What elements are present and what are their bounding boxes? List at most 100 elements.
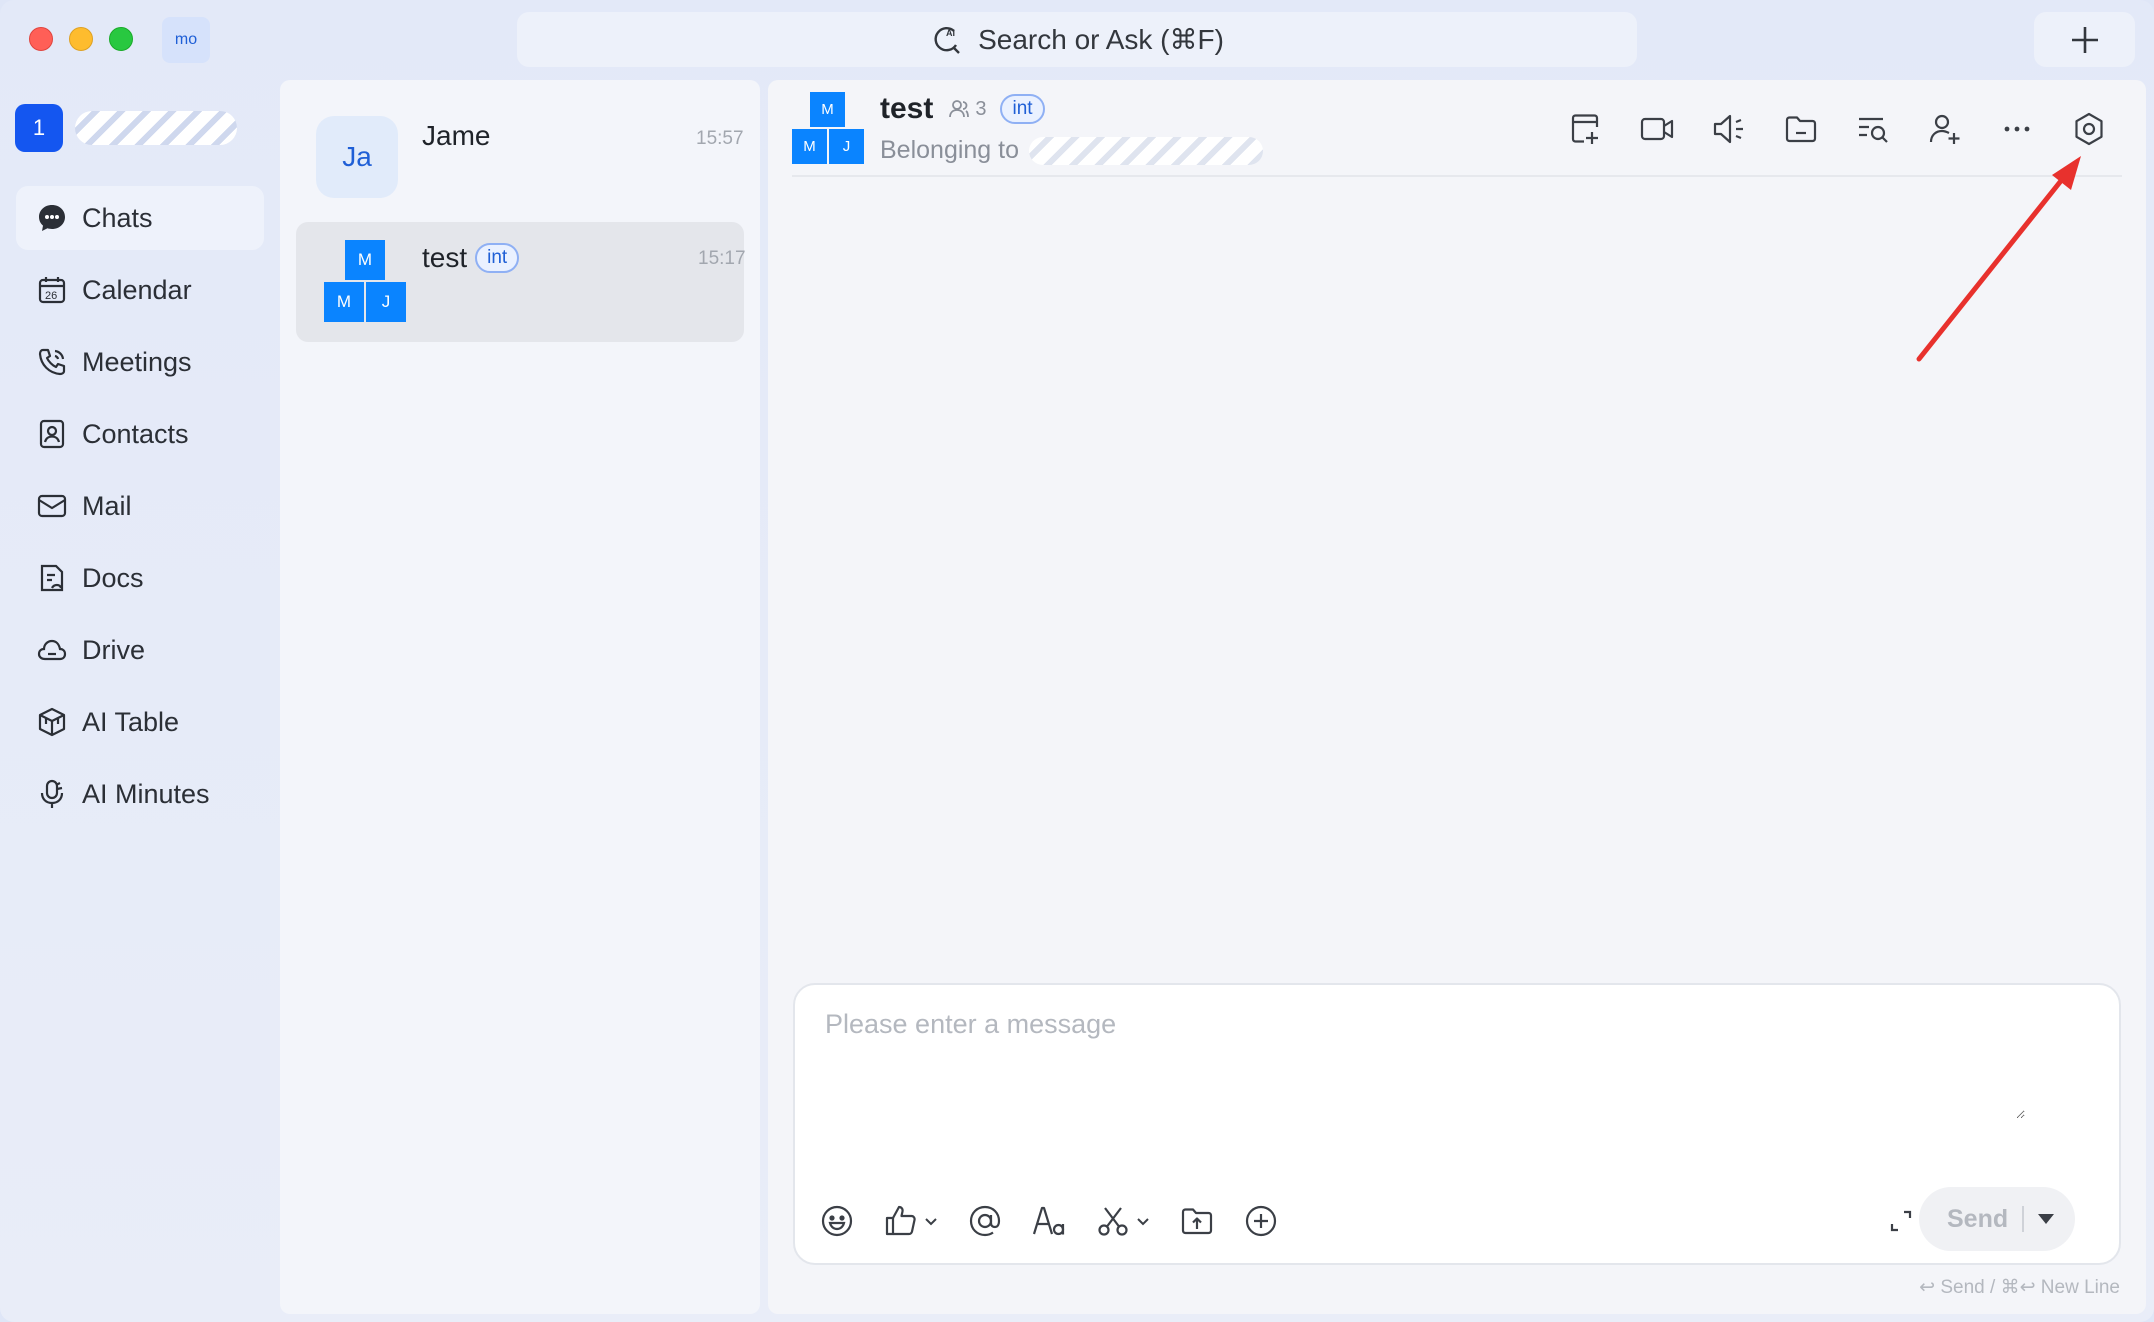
ai-search-icon: AI [934,26,960,54]
scissors-icon [1098,1207,1128,1236]
more-button[interactable] [1998,110,2036,148]
conversation-title[interactable]: test [880,92,933,126]
screenshot-button[interactable] [1095,1199,1151,1243]
add-member-button[interactable] [1926,110,1964,148]
chevron-down-icon [925,1218,937,1226]
video-call-button[interactable] [1638,110,1676,148]
plus-circle-icon [1245,1205,1277,1237]
contact-card-icon [39,419,65,449]
send-label: Send [1947,1204,2009,1233]
sidebar-item-chats[interactable]: Chats [16,186,264,250]
minimize-window-button[interactable] [69,27,93,51]
members-icon [949,100,970,118]
header-divider [792,175,2122,177]
reaction-button[interactable] [883,1199,939,1243]
expand-composer-button[interactable] [1879,1199,1923,1243]
mail-icon [37,494,67,518]
text-format-button[interactable] [1031,1199,1067,1243]
sidebar-item-label: AI Minutes [82,778,210,809]
avatar-tile: M [345,240,385,280]
close-window-button[interactable] [29,27,53,51]
files-button[interactable] [1782,110,1820,148]
chat-list-item-jame[interactable]: Ja Jame 15:57 [296,102,744,222]
settings-button[interactable] [2070,110,2108,148]
sidebar-item-label: Contacts [82,418,189,449]
calendar-icon: 26 [38,277,66,304]
cloud-icon [37,639,67,661]
conversation-header: M M J test 3 int Belonging to [768,80,2146,176]
belonging-row: Belonging to [880,136,1264,165]
group-avatar: M M J [324,240,406,322]
expand-icon [1890,1210,1912,1232]
member-count[interactable]: 3 [947,97,986,121]
sidebar-item-ai-minutes[interactable]: AI Minutes [16,762,264,826]
announcement-button[interactable] [1710,110,1748,148]
search-bar[interactable]: AI Search or Ask (⌘F) [517,12,1637,67]
chat-list-item-test[interactable]: M M J test int 15:17 [296,222,746,342]
create-new-button[interactable] [2034,12,2135,67]
conversation-toolbar [1566,110,2108,148]
sidebar-item-label: Docs [82,562,144,593]
composer-toolbar [819,1199,1279,1243]
upload-file-button[interactable] [1179,1199,1215,1243]
sidebar-item-drive[interactable]: Drive [16,618,264,682]
sidebar-item-docs[interactable]: Docs [16,546,264,610]
group-avatar[interactable]: M M J [792,92,864,164]
mention-button[interactable] [967,1199,1003,1243]
more-actions-button[interactable] [1243,1199,1279,1243]
send-button[interactable]: Send [1919,1187,2075,1251]
announcement-icon [1713,114,1743,144]
docs-icon [40,564,64,592]
sidebar-item-ai-table[interactable]: AI Table [16,690,264,754]
upload-folder-icon [1181,1208,1213,1235]
svg-text:26: 26 [45,290,57,302]
sidebar-item-label: Mail [82,490,132,521]
emoji-button[interactable] [819,1199,855,1243]
phone-icon [38,348,66,376]
organization-switcher[interactable]: 1 [15,104,237,152]
search-placeholder: Search or Ask (⌘F) [978,24,1224,55]
internal-tag: int [1000,94,1045,124]
plus-icon [2071,26,2098,53]
add-tab-icon [1571,114,1599,144]
belonging-org-redacted [1029,136,1264,165]
search-history-button[interactable] [1854,110,1892,148]
sidebar-item-label: Drive [82,634,146,665]
avatar-tile: M [324,282,364,322]
message-composer: Send [793,983,2121,1265]
org-name-redacted [75,111,237,145]
chat-list-panel: Ja Jame 15:57 M M J test int 15:17 [280,80,760,1314]
sidebar-item-label: AI Table [82,706,180,737]
chat-title-row: test int [422,242,520,274]
settings-icon [2075,112,2103,146]
chat-name: Jame [422,120,491,151]
message-input[interactable] [825,1009,2025,1119]
text-format-icon [1032,1206,1065,1236]
belonging-label: Belonging to [880,136,1020,164]
internal-tag: int [475,243,520,273]
sidebar-item-calendar[interactable]: 26 Calendar [16,258,264,322]
send-options-caret-icon[interactable] [2038,1214,2055,1224]
video-icon [1640,117,1674,141]
thumbs-up-icon [885,1205,916,1236]
member-count-value: 3 [975,97,987,120]
org-badge: 1 [15,104,63,152]
sidebar-item-meetings[interactable]: Meetings [16,330,264,394]
at-sign-icon [969,1205,1001,1237]
add-tab-button[interactable] [1566,110,1604,148]
conversation-panel: M M J test 3 int Belonging to Please ent… [768,80,2146,1314]
chat-time: 15:17 [698,248,746,269]
sidebar: 1 Chats 26 Calendar Meetings Contacts Ma… [0,80,278,1322]
sidebar-item-contacts[interactable]: Contacts [16,402,264,466]
send-divider [2022,1206,2025,1232]
app-window: mo AI Search or Ask (⌘F) 1 Chats 26 Cale… [0,0,2154,1322]
chat-name: test [422,242,468,273]
search-history-icon [1859,117,1888,143]
chevron-down-icon [1137,1218,1149,1226]
avatar: Ja [316,116,398,198]
sidebar-item-mail[interactable]: Mail [16,474,264,538]
keyboard-hint: ↩ Send / ⌘↩ New Line [1919,1277,2120,1298]
zoom-window-button[interactable] [109,27,133,51]
cube-icon [38,707,66,737]
workspace-badge[interactable]: mo [162,17,210,63]
